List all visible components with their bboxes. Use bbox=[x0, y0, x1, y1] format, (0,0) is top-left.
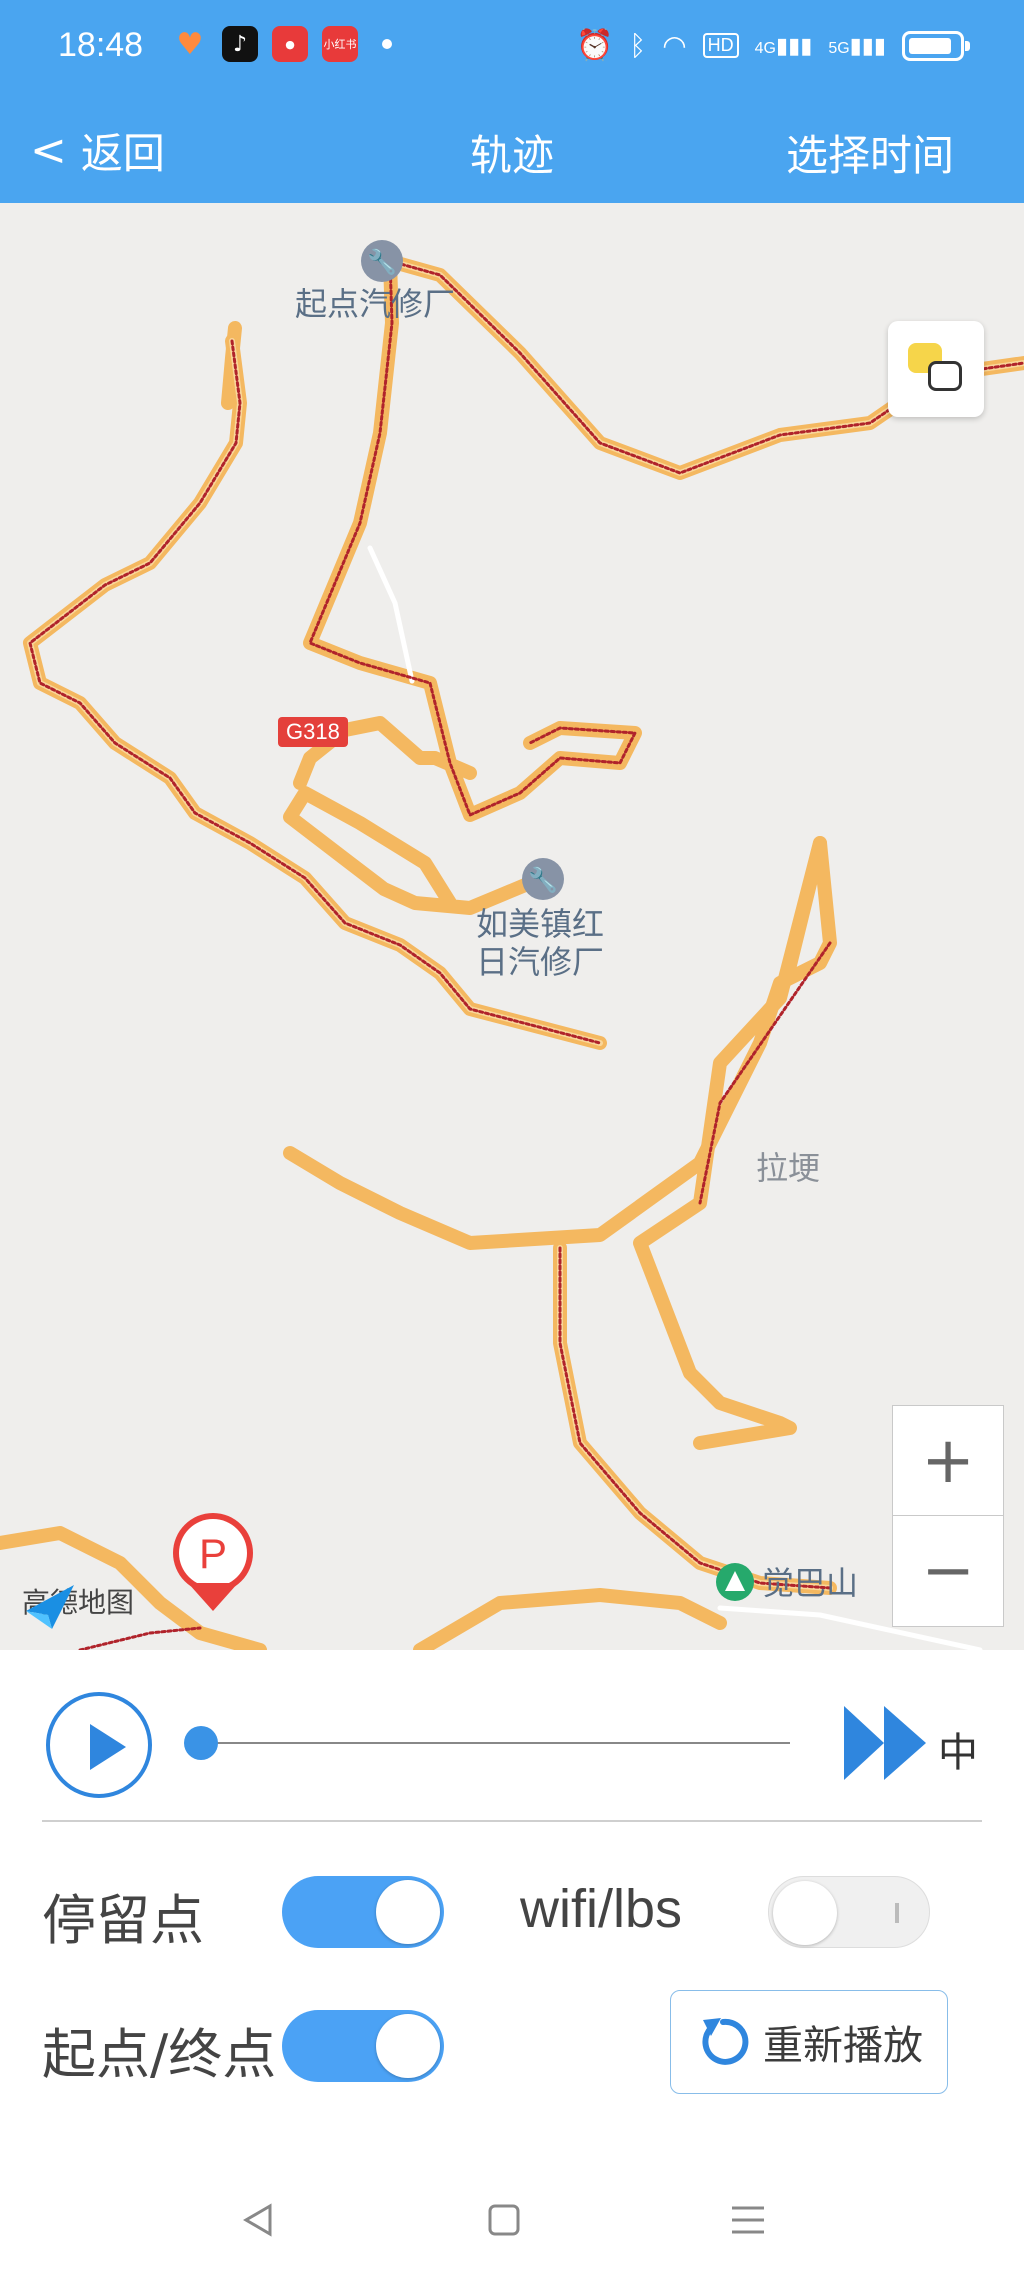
zoom-controls: + − bbox=[892, 1405, 1004, 1627]
toggle-knob bbox=[773, 1881, 837, 1945]
map-view[interactable]: 🔧 🔧 P 起点汽修厂 如美镇红日汽修厂 拉埂 觉巴山 G318 + − 高德地… bbox=[0, 203, 1024, 1650]
system-nav-bar bbox=[0, 2190, 1024, 2275]
wifi-lbs-label: wifi/lbs bbox=[520, 1879, 683, 1939]
stop-points-label: 停留点 bbox=[42, 1889, 204, 1952]
square-home-icon bbox=[488, 2204, 520, 2236]
fast-forward-icon[interactable] bbox=[844, 1706, 926, 1780]
battery-icon bbox=[902, 30, 970, 61]
progress-slider-thumb[interactable] bbox=[184, 1726, 218, 1760]
toggle-knob bbox=[376, 1880, 440, 1944]
replay-label: 重新播放 bbox=[763, 2023, 923, 2069]
repair-shop-pin-2: 🔧 bbox=[522, 858, 564, 900]
signal-5g-icon: 5G▮▮▮ bbox=[828, 32, 886, 58]
map-layer-button[interactable] bbox=[888, 321, 984, 417]
poi-label-rumei-repair: 如美镇红日汽修厂 bbox=[475, 905, 604, 981]
bluetooth-icon: ᛒ bbox=[629, 29, 647, 61]
zoom-out-button[interactable]: − bbox=[893, 1516, 1003, 1626]
xiaohongshu-icon: 小红书 bbox=[322, 26, 358, 62]
more-notifications-dot bbox=[382, 39, 392, 49]
signal-4g-icon: 4G▮▮▮ bbox=[754, 32, 813, 58]
nav-home-button[interactable] bbox=[474, 2190, 534, 2250]
app-bar: < 返回 轨迹 选择时间 bbox=[0, 110, 1024, 200]
road-badge-g318: G318 bbox=[278, 717, 348, 747]
replay-icon bbox=[702, 2018, 749, 2065]
poi-label-lageng: 拉埂 bbox=[756, 1149, 821, 1187]
menu-icon bbox=[732, 2206, 764, 2234]
nav-back-button[interactable] bbox=[228, 2190, 288, 2250]
status-time: 18:48 bbox=[58, 26, 144, 64]
playback-panel: 中 停留点 wifi/lbs 起点/终点 重新播放 bbox=[0, 1650, 1024, 2275]
play-button[interactable] bbox=[46, 1692, 152, 1798]
repair-shop-pin-1: 🔧 bbox=[361, 240, 403, 282]
video-app-icon: ● bbox=[272, 26, 308, 62]
select-time-button[interactable]: 选择时间 bbox=[786, 122, 954, 183]
zoom-in-button[interactable]: + bbox=[893, 1406, 1003, 1516]
svg-text:🔧: 🔧 bbox=[367, 247, 397, 276]
parking-label: P bbox=[199, 1530, 227, 1577]
heart-app-icon: ♥ bbox=[172, 26, 208, 62]
wifi-lbs-toggle[interactable] bbox=[768, 1876, 930, 1948]
poi-label-start-repair: 起点汽修厂 bbox=[295, 285, 456, 323]
progress-slider-track[interactable] bbox=[200, 1742, 790, 1744]
minor-road bbox=[367, 545, 983, 1650]
start-end-label: 起点/终点 bbox=[42, 2023, 277, 2086]
toggle-off-mark bbox=[895, 1903, 899, 1923]
svg-text:🔧: 🔧 bbox=[528, 865, 558, 894]
top-bar: 18:48 ♥ ♪ ● 小红书 ⏰ ᛒ ◠ HD 4G▮▮▮ 5G▮▮▮ < 返… bbox=[0, 0, 1024, 203]
status-bar: 18:48 ♥ ♪ ● 小红书 ⏰ ᛒ ◠ HD 4G▮▮▮ 5G▮▮▮ bbox=[0, 0, 1024, 100]
poi-label-jueba-mountain: 觉巴山 bbox=[762, 1564, 859, 1602]
mountain-pin bbox=[716, 1563, 754, 1601]
speed-label[interactable]: 中 bbox=[938, 1720, 978, 1778]
alarm-icon: ⏰ bbox=[576, 29, 614, 62]
start-end-toggle[interactable] bbox=[282, 2010, 444, 2082]
nav-menu-button[interactable] bbox=[718, 2190, 778, 2250]
triangle-back-icon bbox=[243, 2203, 272, 2237]
stop-points-toggle[interactable] bbox=[282, 1876, 444, 1948]
status-right-icons: ⏰ ᛒ ◠ HD 4G▮▮▮ 5G▮▮▮ bbox=[576, 28, 970, 63]
parking-pin: P bbox=[173, 1513, 253, 1611]
map-provider-logo: 高德地图 bbox=[22, 1581, 134, 1629]
hd-icon: HD bbox=[702, 33, 739, 58]
replay-button[interactable]: 重新播放 bbox=[670, 1990, 948, 2094]
layers-icon-back bbox=[928, 361, 962, 391]
amap-logo-icon bbox=[26, 1585, 74, 1629]
toggle-knob bbox=[376, 2014, 440, 2078]
status-app-icons: ♥ ♪ ● 小红书 bbox=[172, 26, 392, 62]
divider bbox=[42, 1820, 982, 1822]
tiktok-icon: ♪ bbox=[222, 26, 258, 62]
wifi-icon: ◠ bbox=[662, 30, 687, 61]
